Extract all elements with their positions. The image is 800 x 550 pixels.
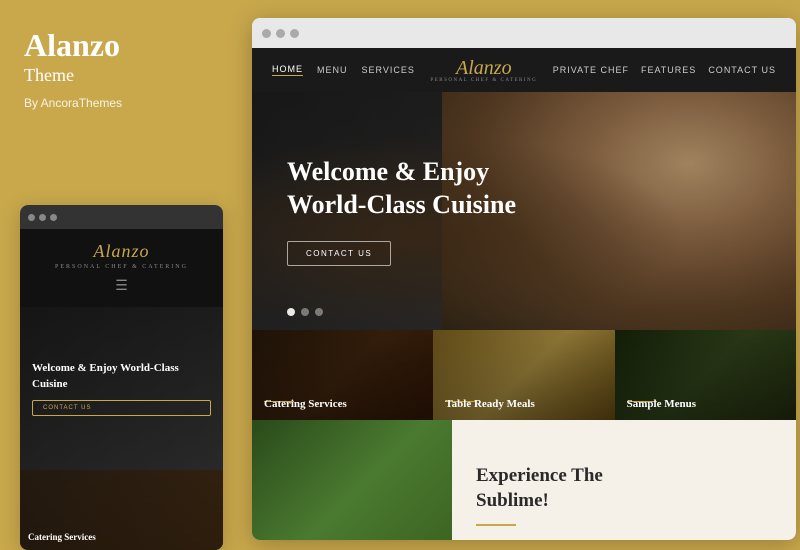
browser-dot-2: [276, 29, 285, 38]
hero-dots: [287, 308, 323, 316]
service-label-catering: Catering Services: [264, 398, 347, 410]
nav-home[interactable]: HOME: [272, 64, 303, 76]
browser-title-bar: [252, 18, 796, 48]
service-label-table: Table Ready Meals: [445, 398, 534, 410]
nav-links-left: HOME MENU SERVICES: [272, 64, 415, 76]
hero-dot-2[interactable]: [301, 308, 309, 316]
mobile-title-bar: [20, 205, 223, 229]
bottom-title: Experience The Sublime!: [476, 464, 603, 513]
service-card-catering[interactable]: Catering Services: [252, 330, 433, 420]
nav-logo: Alanzo: [430, 57, 537, 80]
bottom-text: Experience The Sublime!: [452, 420, 627, 540]
theme-author: By AncoraThemes: [24, 96, 224, 110]
nav-contact[interactable]: CONTACT US: [708, 65, 776, 75]
mobile-services: Catering Services: [20, 470, 223, 550]
browser-panel: HOME MENU SERVICES Alanzo PERSONAL CHEF …: [252, 18, 796, 540]
mobile-service-image: Catering Services: [20, 470, 223, 550]
hero-dot-1[interactable]: [287, 308, 295, 316]
hero-dot-3[interactable]: [315, 308, 323, 316]
nav-private-chef[interactable]: PRIVATE CHEF: [553, 65, 629, 75]
hero-title-line1: Welcome & Enjoy: [287, 157, 489, 186]
site-hero: Welcome & Enjoy World-Class Cuisine CONT…: [252, 92, 796, 330]
nav-services[interactable]: SERVICES: [362, 65, 415, 75]
mobile-dot-2: [39, 214, 46, 221]
nav-logo-sub: PERSONAL CHEF & CATERING: [430, 78, 537, 83]
mobile-dot-3: [50, 214, 57, 221]
hero-title-line2: World-Class Cuisine: [287, 190, 516, 219]
theme-title: Alanzo: [24, 28, 224, 63]
mobile-logo: Alanzo: [32, 241, 211, 262]
browser-dot-1: [262, 29, 271, 38]
bottom-accent-line: [476, 524, 516, 526]
service-label-menus: Sample Menus: [627, 398, 696, 410]
nav-links-right: PRIVATE CHEF FEATURES CONTACT US: [553, 65, 776, 75]
services-strip: Catering Services Table Ready Meals Samp…: [252, 330, 796, 420]
service-card-table[interactable]: Table Ready Meals: [433, 330, 614, 420]
service-card-menus[interactable]: Sample Menus: [615, 330, 796, 420]
mobile-header: Alanzo PERSONAL CHEF & CATERING ☰: [20, 229, 223, 307]
nav-logo-block: Alanzo PERSONAL CHEF & CATERING: [430, 57, 537, 83]
mobile-preview: Alanzo PERSONAL CHEF & CATERING ☰ Welcom…: [20, 205, 223, 550]
mobile-hero-title: Welcome & Enjoy World-Class Cuisine: [32, 361, 211, 392]
bottom-title-line1: Experience The: [476, 465, 603, 486]
mobile-dot-1: [28, 214, 35, 221]
browser-dot-3: [290, 29, 299, 38]
left-panel: Alanzo Theme By AncoraThemes Alanzo PERS…: [0, 0, 248, 550]
bottom-section: Experience The Sublime!: [252, 420, 796, 540]
browser-content: HOME MENU SERVICES Alanzo PERSONAL CHEF …: [252, 48, 796, 540]
hero-cta-button[interactable]: CONTACT US: [287, 241, 391, 266]
mobile-hamburger-icon[interactable]: ☰: [32, 278, 211, 295]
mobile-cta-button[interactable]: CONTACT US: [32, 400, 211, 416]
theme-subtitle: Theme: [24, 65, 224, 86]
site-navbar: HOME MENU SERVICES Alanzo PERSONAL CHEF …: [252, 48, 796, 92]
bottom-food-image: [252, 420, 452, 540]
mobile-content: Alanzo PERSONAL CHEF & CATERING ☰ Welcom…: [20, 229, 223, 550]
nav-menu[interactable]: MENU: [317, 65, 348, 75]
nav-features[interactable]: FEATURES: [641, 65, 696, 75]
mobile-hero: Welcome & Enjoy World-Class Cuisine CONT…: [20, 307, 223, 470]
mobile-service-label: Catering Services: [28, 532, 96, 542]
hero-title: Welcome & Enjoy World-Class Cuisine: [287, 156, 516, 221]
mobile-logo-sub: PERSONAL CHEF & CATERING: [32, 264, 211, 270]
bottom-title-line2: Sublime!: [476, 490, 549, 511]
hero-text: Welcome & Enjoy World-Class Cuisine CONT…: [252, 126, 551, 296]
